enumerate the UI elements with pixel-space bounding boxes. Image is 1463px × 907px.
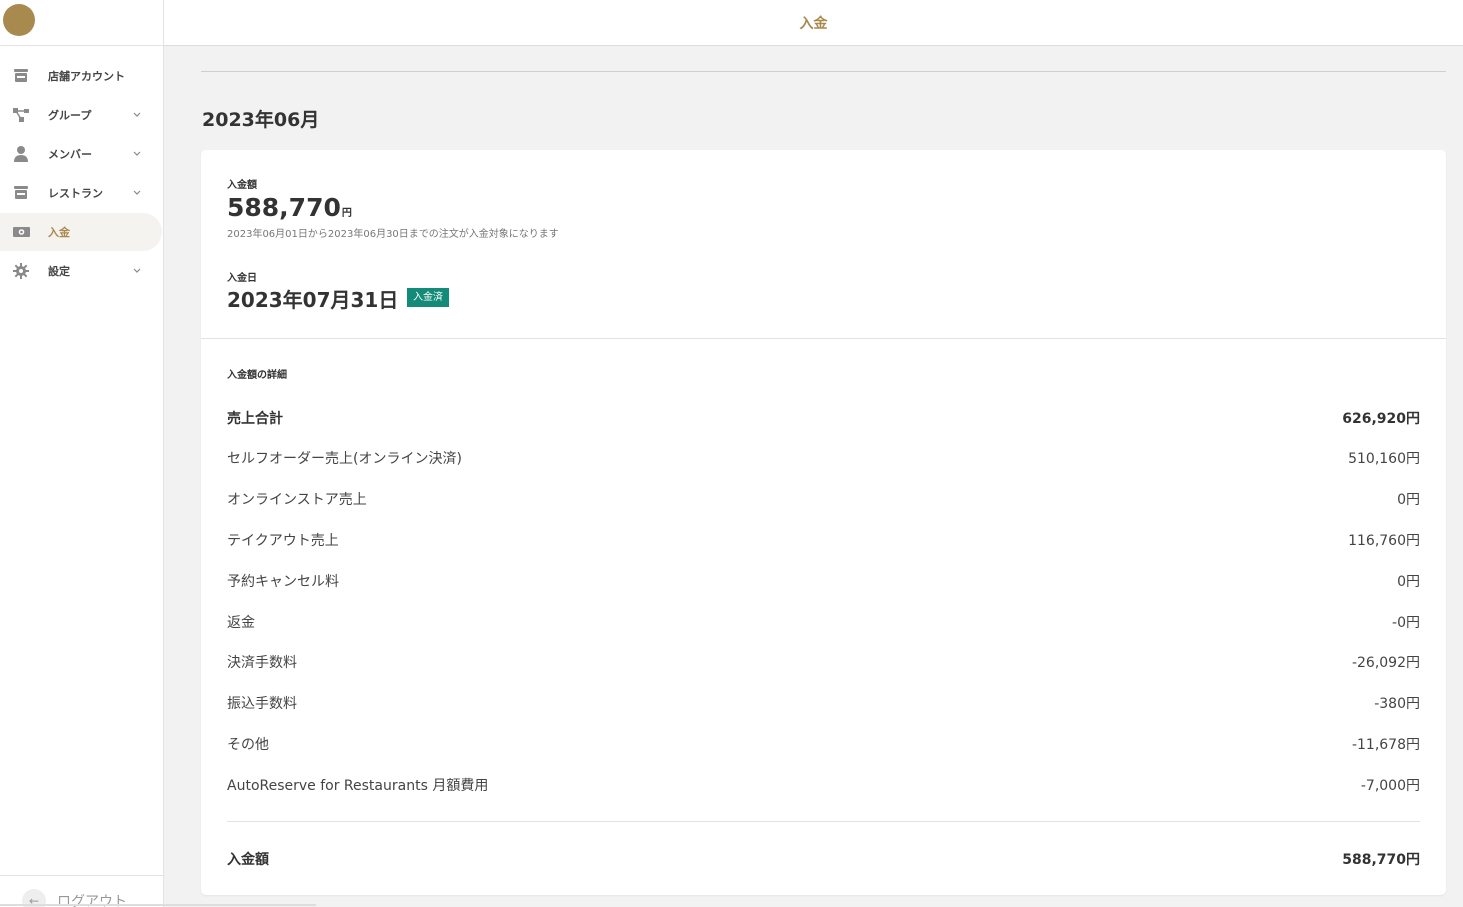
row-label: オンラインストア売上 bbox=[227, 492, 367, 508]
row-label: 振込手数料 bbox=[227, 696, 297, 712]
money-icon bbox=[12, 223, 30, 241]
detail-row: テイクアウト売上 116,760円 bbox=[227, 530, 1420, 550]
amount-label: 入金額 bbox=[227, 180, 257, 191]
person-icon bbox=[12, 145, 30, 163]
sidebar-item-label: 店舗アカウント bbox=[48, 70, 125, 83]
total-row: 入金額 588,770円 bbox=[227, 849, 1420, 869]
row-label: AutoReserve for Restaurants 月額費用 bbox=[227, 778, 489, 794]
chevron-down-icon bbox=[133, 268, 141, 273]
detail-row: 振込手数料 -380円 bbox=[227, 693, 1420, 713]
amount-unit: 円 bbox=[341, 208, 352, 219]
store-icon bbox=[12, 184, 30, 202]
deposit-amount: 588,770円 bbox=[227, 193, 352, 222]
detail-row: 決済手数料 -26,092円 bbox=[227, 652, 1420, 672]
header: 入金 bbox=[164, 0, 1463, 46]
row-value: 510,160円 bbox=[1348, 451, 1420, 467]
scrollbar[interactable] bbox=[0, 904, 316, 906]
sidebar: 店舗アカウント グループ メンバー レストラン 入金 設定 ← ログアウト bbox=[0, 0, 164, 907]
amount-value: 588,770 bbox=[227, 193, 341, 222]
row-label: テイクアウト売上 bbox=[227, 533, 339, 549]
amount-note: 2023年06月01日から2023年06月30日までの注文が入金対象になります bbox=[227, 229, 559, 240]
row-label: その他 bbox=[227, 737, 269, 753]
chevron-down-icon bbox=[133, 112, 141, 117]
row-value: 0円 bbox=[1397, 574, 1420, 590]
detail-row: 売上合計 626,920円 bbox=[227, 408, 1420, 428]
row-label: 予約キャンセル料 bbox=[227, 574, 339, 590]
date-label: 入金日 bbox=[227, 273, 257, 284]
sidebar-item-label: 設定 bbox=[48, 265, 70, 278]
row-value: -380円 bbox=[1374, 696, 1420, 712]
deposit-card: 入金額 588,770円 2023年06月01日から2023年06月30日までの… bbox=[201, 150, 1446, 895]
row-value: -11,678円 bbox=[1351, 737, 1420, 753]
store-icon bbox=[12, 67, 30, 85]
row-value: 626,920円 bbox=[1342, 411, 1420, 427]
detail-row: 予約キャンセル料 0円 bbox=[227, 571, 1420, 591]
deposit-date: 2023年07月31日 bbox=[227, 288, 399, 312]
sidebar-item-label: グループ bbox=[48, 109, 92, 122]
sidebar-item-label: 入金 bbox=[48, 226, 70, 239]
gear-icon bbox=[12, 262, 30, 280]
divider bbox=[201, 71, 1446, 72]
month-title: 2023年06月 bbox=[202, 109, 320, 131]
sidebar-item-label: レストラン bbox=[48, 187, 103, 200]
logout-button[interactable]: ← ログアウト bbox=[0, 875, 164, 907]
sidebar-item-member[interactable]: メンバー bbox=[0, 135, 162, 173]
row-value: 116,760円 bbox=[1348, 533, 1420, 549]
deposit-summary: 入金額 588,770円 2023年06月01日から2023年06月30日までの… bbox=[201, 150, 1446, 339]
detail-row: その他 -11,678円 bbox=[227, 734, 1420, 754]
group-icon bbox=[12, 106, 30, 124]
logo-bar bbox=[0, 0, 163, 46]
sidebar-nav: 店舗アカウント グループ メンバー レストラン 入金 設定 bbox=[0, 46, 163, 290]
detail-row: 返金 -0円 bbox=[227, 612, 1420, 632]
sidebar-item-group[interactable]: グループ bbox=[0, 96, 162, 134]
detail-row: セルフオーダー売上(オンライン決済) 510,160円 bbox=[227, 448, 1420, 468]
details-title: 入金額の詳細 bbox=[227, 370, 287, 381]
total-value: 588,770円 bbox=[1342, 852, 1420, 868]
chevron-down-icon bbox=[133, 190, 141, 195]
row-label: 売上合計 bbox=[227, 411, 283, 427]
page-title: 入金 bbox=[799, 15, 828, 32]
status-badge: 入金済 bbox=[407, 288, 449, 307]
logo[interactable] bbox=[3, 4, 35, 36]
row-value: -0円 bbox=[1392, 615, 1420, 631]
row-label: 決済手数料 bbox=[227, 655, 297, 671]
sidebar-item-restaurant[interactable]: レストラン bbox=[0, 174, 162, 212]
row-label: 返金 bbox=[227, 615, 255, 631]
sidebar-item-settings[interactable]: 設定 bbox=[0, 252, 162, 290]
sidebar-item-label: メンバー bbox=[48, 148, 92, 161]
divider bbox=[227, 821, 1420, 822]
row-value: -7,000円 bbox=[1360, 778, 1420, 794]
row-value: 0円 bbox=[1397, 492, 1420, 508]
sidebar-item-deposit[interactable]: 入金 bbox=[0, 213, 162, 251]
detail-row: オンラインストア売上 0円 bbox=[227, 489, 1420, 509]
row-label: セルフオーダー売上(オンライン決済) bbox=[227, 451, 462, 467]
detail-row: AutoReserve for Restaurants 月額費用 -7,000円 bbox=[227, 775, 1420, 795]
total-label: 入金額 bbox=[227, 852, 269, 868]
sidebar-item-store-account[interactable]: 店舗アカウント bbox=[0, 57, 162, 95]
chevron-down-icon bbox=[133, 151, 141, 156]
row-value: -26,092円 bbox=[1351, 655, 1420, 671]
